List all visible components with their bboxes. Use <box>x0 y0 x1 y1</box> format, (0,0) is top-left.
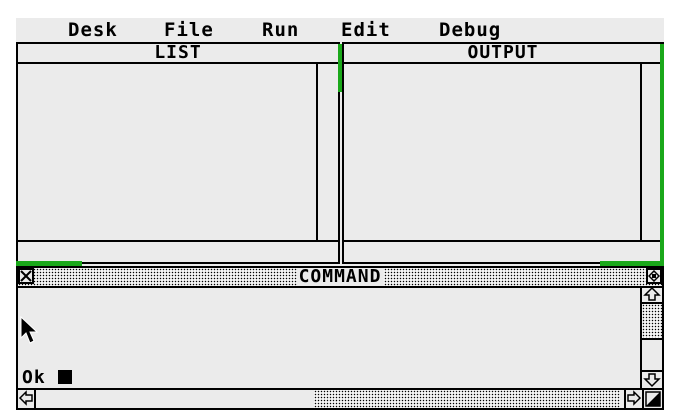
output-window-title: OUTPUT <box>467 42 539 63</box>
fuller-box-icon[interactable] <box>646 268 662 284</box>
gem-desktop: Desk File Run Edit Debug LIST OUTPUT COM… <box>16 18 664 410</box>
menu-edit[interactable]: Edit <box>341 20 391 40</box>
arrow-up-icon[interactable] <box>642 286 662 304</box>
menu-bar: Desk File Run Edit Debug <box>16 18 664 42</box>
size-box-icon[interactable] <box>642 390 662 408</box>
command-horizontal-scrollbar[interactable] <box>18 388 662 408</box>
output-horizontal-scrollbar[interactable] <box>344 240 662 262</box>
list-window: LIST <box>16 42 340 264</box>
output-title-bar[interactable]: OUTPUT <box>344 42 662 64</box>
arrow-left-icon[interactable] <box>18 390 36 408</box>
menu-file[interactable]: File <box>164 20 214 40</box>
arrow-down-icon[interactable] <box>642 370 662 388</box>
output-window-edge-highlight <box>660 44 664 262</box>
menu-run[interactable]: Run <box>262 20 299 40</box>
command-vertical-scrollbar[interactable] <box>640 286 662 388</box>
output-window: OUTPUT <box>342 42 664 264</box>
command-title-bar[interactable]: COMMAND <box>18 268 662 288</box>
list-title-bar[interactable]: LIST <box>18 42 338 64</box>
command-window: COMMAND Ok <box>16 266 664 410</box>
menu-desk[interactable]: Desk <box>68 20 118 40</box>
command-scroll-track[interactable] <box>642 304 662 340</box>
mouse-pointer-icon <box>20 315 40 346</box>
text-cursor <box>57 370 72 384</box>
output-vertical-scrollbar[interactable] <box>640 64 662 240</box>
close-box-icon[interactable] <box>18 268 34 284</box>
ok-prompt: Ok <box>22 367 46 388</box>
command-hscroll-track[interactable] <box>314 390 620 408</box>
list-horizontal-scrollbar[interactable] <box>18 240 338 262</box>
command-window-title: COMMAND <box>296 266 384 287</box>
list-window-edge-highlight <box>338 44 342 92</box>
command-output-area[interactable]: Ok <box>22 368 72 388</box>
list-vertical-scrollbar[interactable] <box>316 64 338 240</box>
menu-debug[interactable]: Debug <box>439 20 501 40</box>
list-window-title: LIST <box>154 42 202 63</box>
arrow-right-icon[interactable] <box>624 390 642 408</box>
